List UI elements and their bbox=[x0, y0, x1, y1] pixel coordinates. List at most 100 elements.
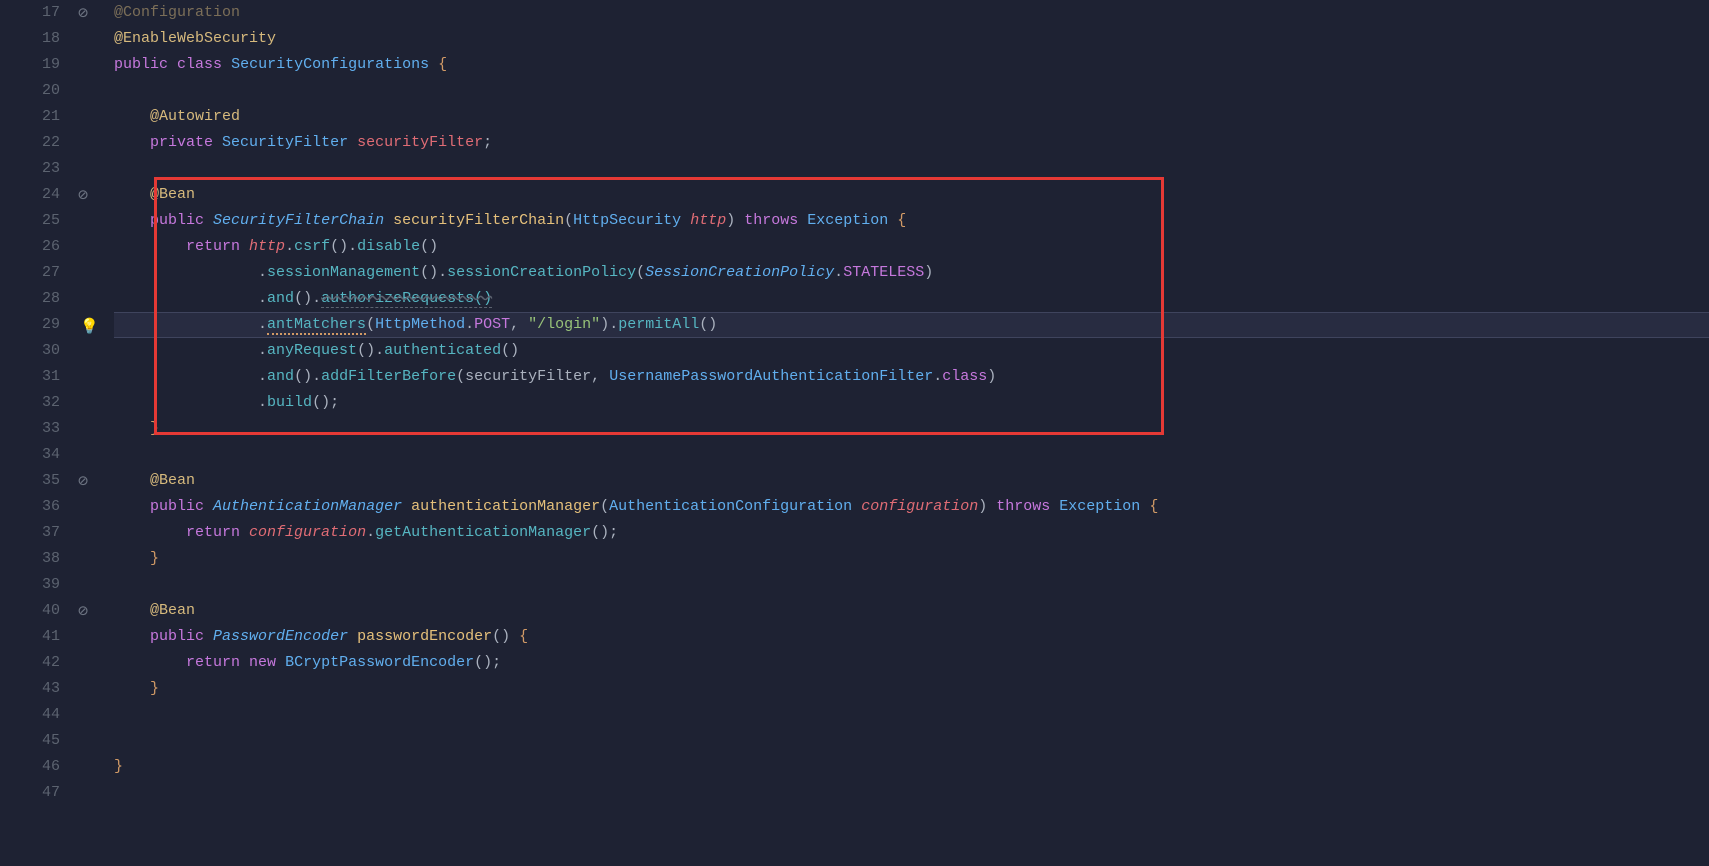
method: csrf bbox=[294, 238, 330, 255]
paren: ) bbox=[726, 212, 735, 229]
dot: . bbox=[258, 368, 267, 385]
paren: ( bbox=[456, 368, 465, 385]
line-number: 17 bbox=[0, 0, 60, 26]
punct: ; bbox=[483, 134, 492, 151]
line-number: 44 bbox=[0, 702, 60, 728]
brace: } bbox=[150, 550, 159, 567]
dot: . bbox=[258, 394, 267, 411]
line-number: 24 bbox=[0, 182, 60, 208]
annotation: @Bean bbox=[150, 186, 195, 203]
brace: { bbox=[897, 212, 906, 229]
type: Exception bbox=[1059, 498, 1140, 515]
keyword: public bbox=[150, 498, 204, 515]
brace: } bbox=[150, 680, 159, 697]
parens: (). bbox=[294, 368, 321, 385]
line-number: 41 bbox=[0, 624, 60, 650]
type: HttpMethod bbox=[375, 316, 465, 333]
annotation: @Autowired bbox=[150, 108, 240, 125]
line-number: 34 bbox=[0, 442, 60, 468]
line-number: 20 bbox=[0, 78, 60, 104]
parens: ). bbox=[600, 316, 618, 333]
parens: (); bbox=[591, 524, 618, 541]
string: "/login" bbox=[528, 316, 600, 333]
dot: . bbox=[258, 316, 267, 333]
line-number: 18 bbox=[0, 26, 60, 52]
parens: () bbox=[501, 342, 519, 359]
method-name: passwordEncoder bbox=[357, 628, 492, 645]
type: SessionCreationPolicy bbox=[645, 264, 834, 281]
parens: (). bbox=[357, 342, 384, 359]
keyword: return bbox=[186, 238, 240, 255]
comma: , bbox=[591, 368, 600, 385]
method: build bbox=[267, 394, 312, 411]
line-number: 23 bbox=[0, 156, 60, 182]
paren: ) bbox=[924, 264, 933, 281]
code-editor[interactable]: 17 18 19 20 21 22 23 24 25 26 27 28 29 3… bbox=[0, 0, 1709, 866]
method: and bbox=[267, 290, 294, 307]
dot: . bbox=[366, 524, 375, 541]
parens: (). bbox=[330, 238, 357, 255]
parens: () bbox=[420, 238, 438, 255]
dot: . bbox=[465, 316, 474, 333]
line-number: 39 bbox=[0, 572, 60, 598]
parens: (); bbox=[312, 394, 339, 411]
type: SecurityFilter bbox=[222, 134, 348, 151]
dot: . bbox=[834, 264, 843, 281]
line-number: 37 bbox=[0, 520, 60, 546]
line-number: 42 bbox=[0, 650, 60, 676]
type: AuthenticationConfiguration bbox=[609, 498, 852, 515]
method: permitAll bbox=[618, 316, 699, 333]
method: addFilterBefore bbox=[321, 368, 456, 385]
brace: { bbox=[438, 56, 447, 73]
param: configuration bbox=[861, 498, 978, 515]
ident: configuration bbox=[249, 524, 366, 541]
paren: ( bbox=[564, 212, 573, 229]
no-entry-icon: ⊘ bbox=[78, 184, 96, 202]
type: BCryptPasswordEncoder bbox=[285, 654, 474, 671]
line-number: 32 bbox=[0, 390, 60, 416]
method: sessionCreationPolicy bbox=[447, 264, 636, 281]
parens: (). bbox=[294, 290, 321, 307]
annotation: @Bean bbox=[150, 602, 195, 619]
line-number: 38 bbox=[0, 546, 60, 572]
line-number-gutter: 17 18 19 20 21 22 23 24 25 26 27 28 29 3… bbox=[0, 0, 72, 866]
line-number: 33 bbox=[0, 416, 60, 442]
line-number: 43 bbox=[0, 676, 60, 702]
code-content[interactable]: @Configuration @EnableWebSecurity public… bbox=[114, 0, 1709, 866]
no-entry-icon: ⊘ bbox=[78, 470, 96, 488]
line-number: 27 bbox=[0, 260, 60, 286]
gutter-markers: ⊘ ⊘ 💡 ⊘ ⊘ bbox=[72, 0, 114, 866]
paren: ( bbox=[600, 498, 609, 515]
line-number: 29 bbox=[0, 312, 60, 338]
paren: ( bbox=[366, 316, 375, 333]
dot: . bbox=[258, 264, 267, 281]
paren: ) bbox=[978, 498, 987, 515]
line-number: 21 bbox=[0, 104, 60, 130]
comma: , bbox=[510, 316, 519, 333]
annotation: @Bean bbox=[150, 472, 195, 489]
line-number: 31 bbox=[0, 364, 60, 390]
method-name: securityFilterChain bbox=[393, 212, 564, 229]
no-entry-icon: ⊘ bbox=[78, 600, 96, 618]
parens: (); bbox=[474, 654, 501, 671]
keyword: public bbox=[150, 628, 204, 645]
method-name: authenticationManager bbox=[411, 498, 600, 515]
brace: } bbox=[114, 758, 123, 775]
keyword: public bbox=[150, 212, 204, 229]
line-number: 22 bbox=[0, 130, 60, 156]
keyword: new bbox=[249, 654, 276, 671]
dot: . bbox=[258, 342, 267, 359]
dot: . bbox=[258, 290, 267, 307]
brace: { bbox=[1149, 498, 1158, 515]
method: anyRequest bbox=[267, 342, 357, 359]
keyword: private bbox=[150, 134, 213, 151]
line-number: 45 bbox=[0, 728, 60, 754]
lightbulb-icon[interactable]: 💡 bbox=[80, 315, 98, 333]
line-number: 25 bbox=[0, 208, 60, 234]
keyword: class bbox=[177, 56, 222, 73]
keyword: throws bbox=[744, 212, 798, 229]
parens: (). bbox=[420, 264, 447, 281]
parens: () bbox=[492, 628, 510, 645]
ident: http bbox=[249, 238, 285, 255]
annotation: @Configuration bbox=[114, 4, 240, 21]
